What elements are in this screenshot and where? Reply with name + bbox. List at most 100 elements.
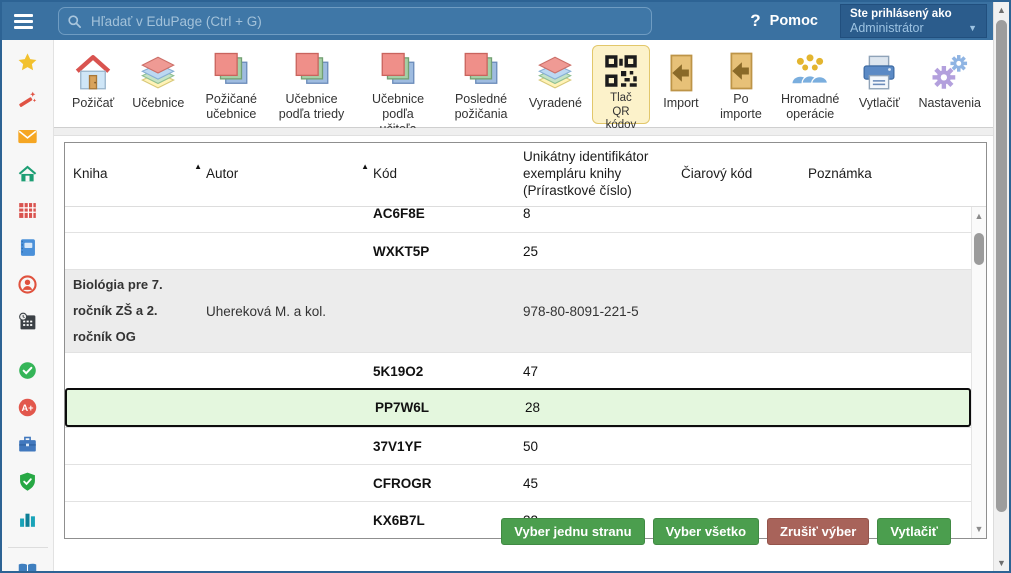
sidebar-item-magic-wand[interactable]	[2, 87, 53, 117]
cell-c2	[198, 518, 365, 522]
toolbar-item-nastavenia[interactable]: Nastavenia	[910, 45, 989, 124]
sidebar-divider	[8, 547, 48, 548]
cell-c3: 37V1YF	[365, 437, 515, 456]
topbar: ? Pomoc Ste prihlásený ako Administrátor…	[2, 2, 993, 40]
cell-c3: WXKT5P	[365, 242, 515, 261]
column-header-4[interactable]: Unikátny identifikátor exempláru knihy (…	[515, 149, 673, 200]
books-table: Kniha▲Autor▲KódUnikátny identifikátor ex…	[64, 142, 987, 539]
page-scroll-up-icon[interactable]: ▲	[994, 5, 1009, 15]
toolbar-item-import[interactable]: Import	[652, 45, 710, 124]
cell-c1	[67, 406, 200, 410]
sidebar-item-results[interactable]	[2, 506, 53, 536]
qr-code-icon	[600, 50, 642, 92]
table-scrollbar-thumb[interactable]	[974, 233, 984, 265]
toolbar-item-vyradene[interactable]: Vyradené	[521, 45, 590, 124]
column-header-2[interactable]: Autor▲	[198, 166, 365, 183]
scroll-down-icon[interactable]: ▼	[972, 524, 986, 534]
hamburger-menu-icon[interactable]	[14, 10, 42, 32]
mail-icon	[17, 126, 38, 152]
toolbar-item-posledne-pozicania[interactable]: Posledné požičania	[443, 45, 519, 124]
sidebar-item-safety[interactable]	[2, 469, 53, 499]
toolbar-item-vytlacit[interactable]: Vytlačiť	[850, 45, 908, 124]
table-body: AC6F8E8WXKT5P25Biológia pre 7. ročník ZŠ…	[65, 207, 971, 538]
help-button[interactable]: ? Pomoc	[750, 11, 818, 31]
toolbar-item-ucebnice-podla-triedy[interactable]: Učebnice podľa triedy	[270, 45, 353, 124]
sidebar-item-library[interactable]: ›	[2, 558, 53, 571]
toolbar-item-pozicat[interactable]: Požičať	[64, 45, 122, 124]
squares-icon	[210, 50, 252, 92]
table-scrollbar[interactable]: ▲ ▼	[971, 207, 986, 538]
sidebar-item-messages[interactable]	[2, 124, 53, 154]
sidebar-item-favorites[interactable]	[2, 50, 53, 80]
search-box[interactable]	[58, 7, 652, 35]
cell-c3: CFROGR	[365, 474, 515, 493]
toolbar-item-pozicane-ucebnice[interactable]: Požičané učebnice	[194, 45, 268, 124]
sidebar-item-grades[interactable]: A+	[2, 395, 53, 425]
column-label: Čiarový kód	[681, 166, 752, 183]
table-row[interactable]: Biológia pre 7. ročník ZŠ a 2. ročník OG…	[65, 269, 971, 352]
cell-c6	[800, 444, 971, 448]
cell-c3: AC6F8E	[365, 207, 515, 223]
toolbar-item-ucebnice-podla-ucitela[interactable]: Učebnice podľa učiteľa	[355, 45, 441, 124]
scroll-up-icon[interactable]: ▲	[972, 211, 986, 221]
layers-icon	[137, 50, 179, 96]
cell-c4: 28	[517, 398, 675, 417]
table-row[interactable]: 5K19O247	[65, 352, 971, 389]
cell-c4: 47	[515, 362, 673, 381]
cell-c5	[673, 309, 800, 313]
search-input[interactable]	[91, 14, 643, 29]
sort-asc-icon: ▲	[361, 162, 369, 172]
cell-c5	[673, 212, 800, 216]
page-scrollbar[interactable]: ▲ ▼	[993, 2, 1009, 571]
table-row[interactable]: PP7W6L28	[65, 388, 971, 427]
sidebar-item-attendance[interactable]	[2, 358, 53, 388]
sidebar-item-agenda[interactable]	[2, 432, 53, 462]
zrusit-vyber-button[interactable]: Zrušiť výber	[767, 518, 869, 545]
toolbar-item-ucebnice[interactable]: Učebnice	[124, 45, 192, 124]
import-arrow-icon	[660, 50, 702, 96]
page-scroll-down-icon[interactable]: ▼	[994, 558, 1009, 568]
vyber-jednu-stranu-button[interactable]: Vyber jednu stranu	[501, 518, 644, 545]
printer-icon	[858, 50, 900, 96]
cell-c3	[365, 309, 515, 313]
toolbar-item-hromadne-operacie[interactable]: Hromadné operácie	[772, 45, 849, 124]
toolbar-item-label: Požičané učebnice	[202, 92, 260, 122]
column-header-1[interactable]: Kniha▲	[65, 166, 198, 183]
logged-in-as-label: Ste prihlásený ako	[850, 8, 977, 20]
toolbar-item-po-importe[interactable]: Po importe	[712, 45, 770, 124]
column-header-6[interactable]: Poznámka	[800, 166, 986, 183]
column-label: Kniha	[73, 166, 108, 183]
toolbar-item-label: Nastavenia	[918, 96, 981, 111]
vyber-vsetko-button[interactable]: Vyber všetko	[653, 518, 759, 545]
sidebar-item-notebook[interactable]	[2, 235, 53, 265]
cell-c2	[198, 212, 365, 216]
table-row[interactable]: WXKT5P25	[65, 232, 971, 269]
vytlacit-button[interactable]: Vytlačiť	[877, 518, 951, 545]
user-role: Administrátor	[850, 21, 924, 35]
cell-c2: Uhereková M. a kol.	[198, 302, 365, 321]
sidebar-item-home[interactable]	[2, 161, 53, 191]
sidebar-item-timetable[interactable]	[2, 198, 53, 228]
toolbar-item-label: Vyradené	[529, 96, 582, 111]
user-menu[interactable]: Ste prihlásený ako Administrátor ▼	[840, 4, 987, 38]
cell-c6	[800, 369, 971, 373]
cell-c2	[198, 444, 365, 448]
table-row[interactable]: CFROGR45	[65, 464, 971, 501]
cell-c5	[673, 481, 800, 485]
cell-c6	[800, 212, 971, 216]
cell-c6	[800, 309, 971, 313]
column-header-5[interactable]: Čiarový kód	[673, 166, 800, 183]
sidebar-item-plan-calendar[interactable]	[2, 309, 53, 339]
cell-c6	[800, 481, 971, 485]
page-scrollbar-thumb[interactable]	[996, 20, 1007, 512]
toolbar-item-tlac-qr-kodov[interactable]: Tlač QR kódov	[592, 45, 650, 124]
table-row[interactable]: AC6F8E8	[65, 207, 971, 232]
column-header-3[interactable]: Kód	[365, 166, 515, 183]
table-row[interactable]: 37V1YF50	[65, 427, 971, 464]
column-label: Autor	[206, 166, 238, 183]
sidebar-item-profile[interactable]	[2, 272, 53, 302]
column-label: Poznámka	[808, 166, 872, 183]
import-arrow-icon	[720, 50, 762, 92]
cell-c4: 25	[515, 242, 673, 261]
cell-c5	[673, 369, 800, 373]
